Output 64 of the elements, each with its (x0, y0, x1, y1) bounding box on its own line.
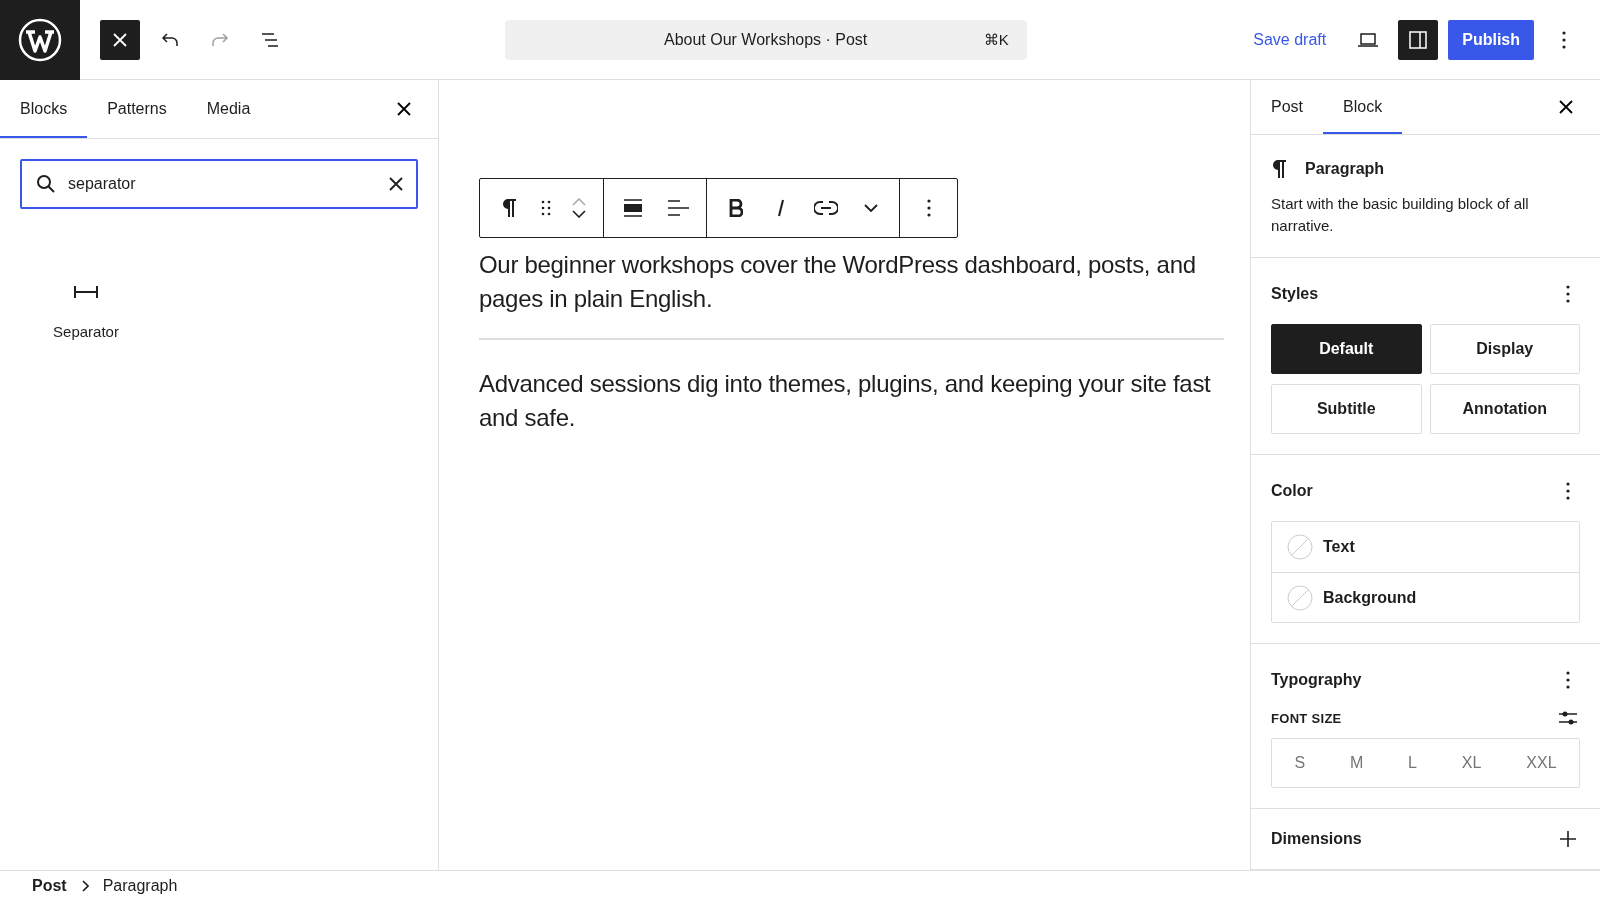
search-field[interactable]: separator (20, 159, 418, 209)
align-left-icon (666, 199, 689, 217)
more-icon (1566, 671, 1570, 689)
chevron-right-icon (80, 879, 89, 892)
breadcrumb-item[interactable]: Paragraph (102, 876, 178, 895)
color-setting[interactable]: Background (1272, 572, 1579, 622)
drag-icon (541, 200, 551, 216)
section-title: Dimensions (1271, 830, 1362, 848)
italic-icon (776, 199, 785, 217)
section-title: Color (1271, 482, 1313, 500)
wide-align-icon (622, 198, 643, 218)
close-inserter-button[interactable] (100, 19, 140, 60)
close-icon (1558, 99, 1574, 115)
pilcrow-icon (500, 198, 517, 218)
separator-block-icon (74, 285, 98, 299)
save-draft-button[interactable]: Save draft (1241, 19, 1339, 60)
paragraph-block[interactable]: Advanced sessions dig into themes, plugins, and keeping your site fast and safe. (479, 367, 1224, 435)
keyboard-shortcut: ⌘K (983, 30, 1009, 49)
move-down-button[interactable] (572, 210, 586, 218)
chevron-down-icon (572, 210, 586, 218)
style-option[interactable]: Subtitle (1271, 384, 1422, 434)
style-option[interactable]: Annotation (1429, 384, 1580, 434)
link-icon (813, 201, 838, 215)
sidebar-tab[interactable]: Block (1323, 80, 1403, 134)
close-icon (112, 31, 128, 48)
more-icon (1562, 30, 1566, 49)
more-icon (1566, 285, 1570, 303)
inserter-tab[interactable]: Media (186, 80, 271, 138)
section-title: Styles (1271, 285, 1319, 303)
wordpress-logo[interactable] (0, 0, 80, 80)
font-size-option[interactable]: XL (1455, 750, 1488, 776)
font-size-option[interactable]: S (1288, 750, 1312, 776)
empty-swatch-icon (1287, 584, 1313, 611)
search-input[interactable]: separator (68, 175, 378, 193)
pilcrow-icon (1271, 159, 1287, 179)
section-title: Typography (1271, 671, 1362, 689)
plus-icon (1559, 830, 1577, 848)
publish-button[interactable]: Publish (1448, 19, 1534, 60)
paragraph-block[interactable]: Our beginner workshops cover the WordPress dashboard, posts, and pages in plain English. (479, 248, 1224, 316)
font-size-option[interactable]: M (1343, 750, 1370, 776)
bold-icon (728, 199, 743, 217)
settings-button[interactable] (1398, 19, 1439, 60)
sliders-icon (1558, 710, 1578, 726)
clear-icon (388, 176, 404, 192)
inserter-tab[interactable]: Patterns (87, 80, 187, 138)
block-name: Paragraph (1305, 160, 1385, 178)
command-bar[interactable]: About Our Workshops · Post ⌘K (504, 19, 1027, 60)
font-size-option[interactable]: L (1402, 750, 1423, 776)
block-description: Start with the basic building block of all narrative. (1271, 194, 1530, 236)
chevron-up-icon (572, 198, 586, 206)
font-size-option[interactable]: XXL (1520, 750, 1563, 776)
block-result[interactable]: Separator (20, 271, 152, 354)
breadcrumb-item[interactable]: Post (32, 876, 67, 895)
font-size-label: FONT SIZE (1271, 710, 1342, 726)
style-option[interactable]: Display (1429, 324, 1580, 374)
chevron-down-icon (863, 204, 878, 212)
sidebar-tab[interactable]: Post (1251, 80, 1323, 134)
more-icon (1566, 482, 1570, 500)
document-title: About Our Workshops · Post (663, 30, 868, 49)
empty-swatch-icon (1287, 534, 1313, 560)
inserter-tab[interactable]: Blocks (0, 80, 88, 138)
style-option[interactable]: Default (1271, 324, 1422, 374)
close-icon (396, 101, 412, 117)
more-icon (926, 199, 931, 217)
